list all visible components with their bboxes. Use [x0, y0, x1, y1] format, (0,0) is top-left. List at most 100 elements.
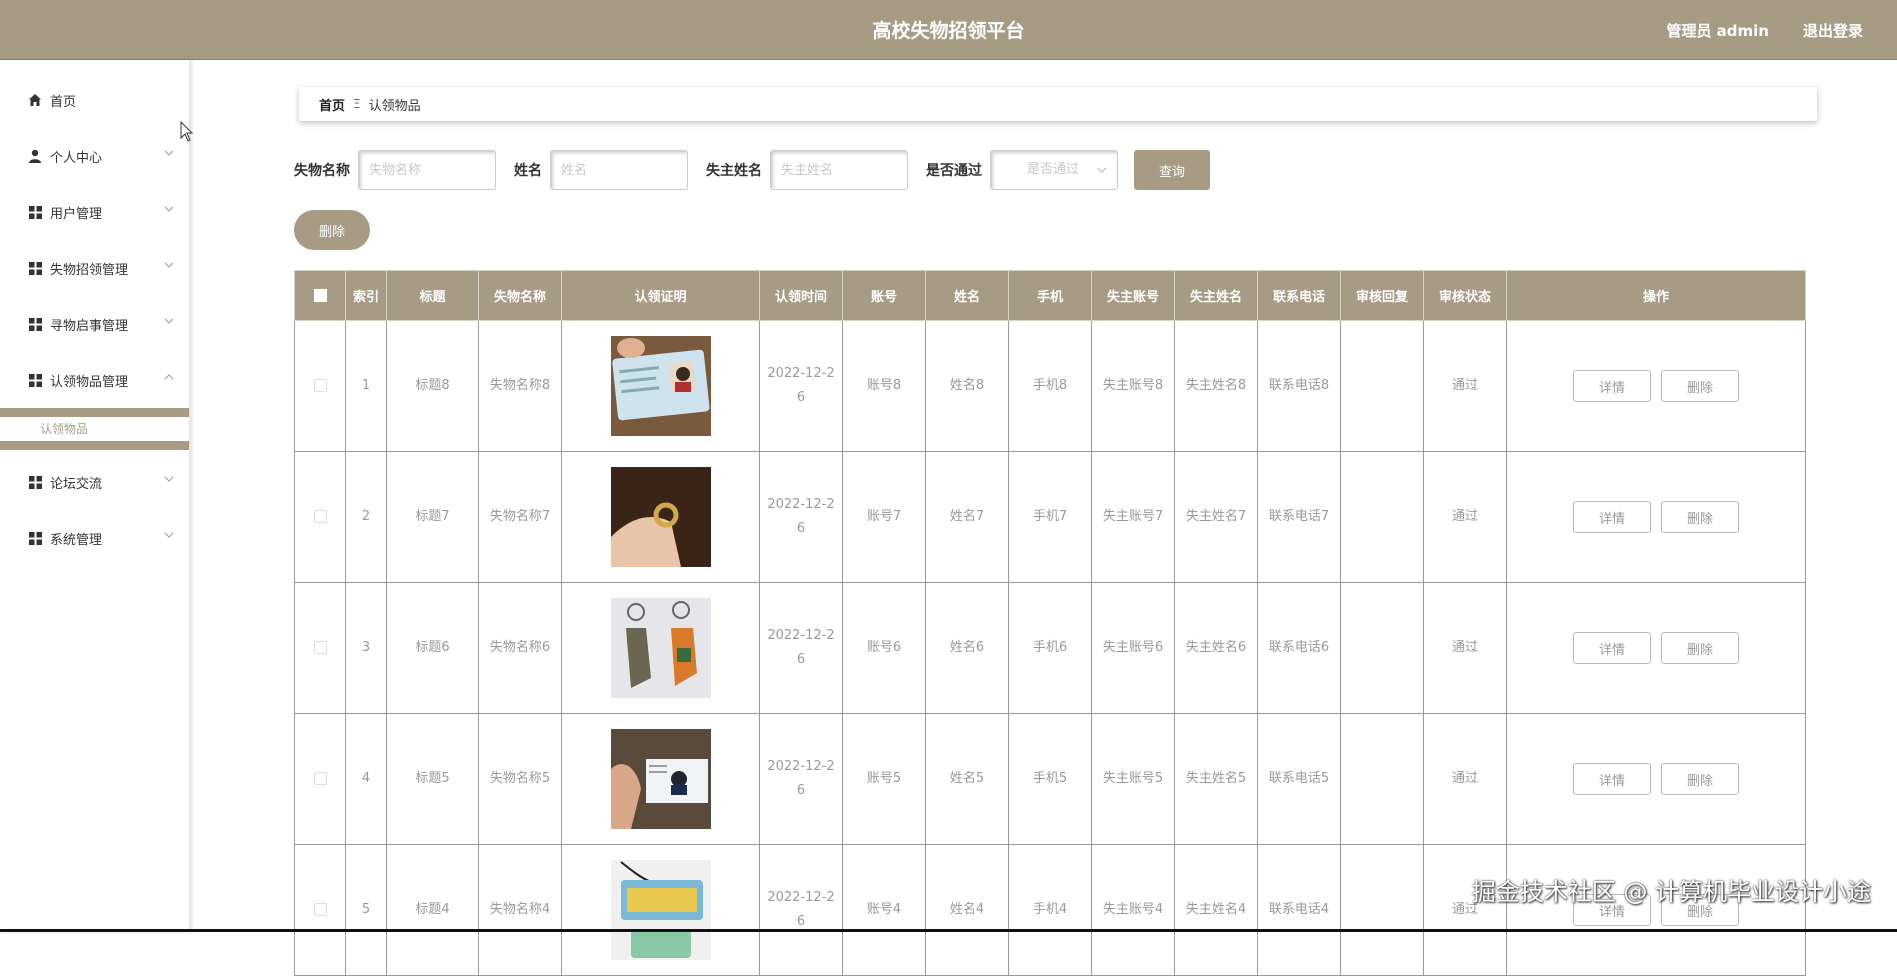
actions-cell: 详情删除 — [1507, 583, 1806, 714]
search-bar: 失物名称 姓名 失主姓名 是否通过 是否通过 查询 — [294, 150, 1210, 190]
status-cell: 通过 — [1424, 714, 1507, 845]
breadcrumb: 首页 Ξ 认领物品 — [299, 87, 1817, 121]
phone-cell: 手机5 — [1009, 714, 1092, 845]
sidebar-item-forum[interactable]: 论坛交流 — [0, 454, 189, 510]
column-header: 失主姓名 — [1175, 271, 1258, 321]
sidebar-item-home[interactable]: 首页 — [0, 72, 189, 128]
sidebar-item-system-management[interactable]: 系统管理 — [0, 510, 189, 566]
sidebar-item-user-management[interactable]: 用户管理 — [0, 184, 189, 240]
sidebar-item-label: 认领物品管理 — [50, 371, 128, 390]
detail-button[interactable]: 详情 — [1573, 370, 1651, 402]
column-header: 失主账号 — [1092, 271, 1175, 321]
title-cell: 标题4 — [387, 845, 479, 976]
proof-cell — [562, 845, 760, 976]
mouse-cursor-icon — [180, 121, 194, 143]
sidebar-item-claim-management[interactable]: 认领物品管理 — [0, 352, 189, 408]
batch-delete-button[interactable]: 删除 — [294, 210, 370, 250]
sidebar-item-personal-center[interactable]: 个人中心 — [0, 128, 189, 184]
column-header: 审核状态 — [1424, 271, 1507, 321]
owner-name-cell: 失主姓名4 — [1175, 845, 1258, 976]
name-cell: 姓名6 — [926, 583, 1009, 714]
actions-cell: 详情删除 — [1507, 321, 1806, 452]
owner-account-cell: 失主账号7 — [1092, 452, 1175, 583]
chevron-down-icon — [164, 260, 174, 270]
contact-cell: 联系电话7 — [1258, 452, 1341, 583]
table-row: 3标题6失物名称62022-12-26账号6姓名6手机6失主账号6失主姓名6联系… — [295, 583, 1806, 714]
phone-cell: 手机7 — [1009, 452, 1092, 583]
sidebar-item-lost-found-management[interactable]: 失物招领管理 — [0, 240, 189, 296]
submenu-item-claimed-items[interactable]: 认领物品 — [0, 417, 189, 441]
sidebar-item-label: 个人中心 — [50, 147, 102, 166]
select-all-checkbox[interactable] — [314, 289, 327, 302]
index-cell: 1 — [346, 321, 387, 452]
sidebar-item-label: 失物招领管理 — [50, 259, 128, 278]
detail-button[interactable]: 详情 — [1573, 763, 1651, 795]
account-cell: 账号4 — [843, 845, 926, 976]
owner-account-cell: 失主账号8 — [1092, 321, 1175, 452]
detail-button[interactable]: 详情 — [1573, 632, 1651, 664]
status-cell: 通过 — [1424, 583, 1507, 714]
column-header: 认领时间 — [760, 271, 843, 321]
claim-time-cell: 2022-12-26 — [760, 583, 843, 714]
row-checkbox[interactable] — [314, 379, 327, 392]
delete-button[interactable]: 删除 — [1661, 501, 1739, 533]
item-name-input[interactable] — [358, 150, 496, 190]
top-header: 高校失物招领平台 管理员 admin 退出登录 — [0, 0, 1897, 60]
row-checkbox-cell — [295, 321, 346, 452]
chevron-up-icon — [164, 372, 174, 382]
reply-cell — [1341, 845, 1424, 976]
proof-image — [611, 510, 711, 525]
claim-time-cell: 2022-12-26 — [760, 714, 843, 845]
approved-select[interactable]: 是否通过 — [990, 150, 1118, 190]
sidebar-item-lost-notice-management[interactable]: 寻物启事管理 — [0, 296, 189, 352]
logout-link[interactable]: 退出登录 — [1803, 0, 1863, 62]
row-checkbox[interactable] — [314, 510, 327, 523]
account-cell: 账号6 — [843, 583, 926, 714]
row-checkbox[interactable] — [314, 772, 327, 785]
detail-button[interactable]: 详情 — [1573, 501, 1651, 533]
approved-select-placeholder: 是否通过 — [1027, 162, 1079, 177]
app-title: 高校失物招领平台 — [0, 0, 1897, 60]
row-checkbox-cell — [295, 583, 346, 714]
delete-button[interactable]: 删除 — [1661, 370, 1739, 402]
claim-time-cell: 2022-12-26 — [760, 452, 843, 583]
breadcrumb-home[interactable]: 首页 — [319, 95, 345, 114]
contact-cell: 联系电话5 — [1258, 714, 1341, 845]
index-cell: 4 — [346, 714, 387, 845]
chevron-down-icon — [164, 204, 174, 214]
item-name-cell: 失物名称4 — [479, 845, 562, 976]
sidebar-item-label: 寻物启事管理 — [50, 315, 128, 334]
grid-icon — [28, 531, 42, 545]
name-input[interactable] — [550, 150, 688, 190]
proof-cell — [562, 714, 760, 845]
reply-cell — [1341, 321, 1424, 452]
query-button[interactable]: 查询 — [1134, 150, 1210, 190]
select-all-header — [295, 271, 346, 321]
row-checkbox[interactable] — [314, 903, 327, 916]
row-checkbox[interactable] — [314, 641, 327, 654]
table-row: 4标题5失物名称52022-12-26账号5姓名5手机5失主账号5失主姓名5联系… — [295, 714, 1806, 845]
index-cell: 3 — [346, 583, 387, 714]
index-cell: 5 — [346, 845, 387, 976]
row-checkbox-cell — [295, 845, 346, 976]
phone-cell: 手机8 — [1009, 321, 1092, 452]
owner-name-input[interactable] — [770, 150, 908, 190]
grid-icon — [28, 205, 42, 219]
table-row: 1标题8失物名称82022-12-26账号8姓名8手机8失主账号8失主姓名8联系… — [295, 321, 1806, 452]
column-header: 操作 — [1507, 271, 1806, 321]
admin-username: 管理员 admin — [1666, 0, 1769, 62]
home-icon — [28, 93, 42, 107]
grid-icon — [28, 261, 42, 275]
owner-name-label: 失主姓名 — [706, 160, 762, 180]
user-icon — [28, 149, 42, 163]
delete-button[interactable]: 删除 — [1661, 763, 1739, 795]
delete-button[interactable]: 删除 — [1661, 632, 1739, 664]
grid-icon — [28, 373, 42, 387]
chevron-down-icon — [164, 148, 174, 158]
column-header: 手机 — [1009, 271, 1092, 321]
claim-time-cell: 2022-12-26 — [760, 321, 843, 452]
account-cell: 账号7 — [843, 452, 926, 583]
name-cell: 姓名5 — [926, 714, 1009, 845]
column-header: 失物名称 — [479, 271, 562, 321]
title-cell: 标题8 — [387, 321, 479, 452]
